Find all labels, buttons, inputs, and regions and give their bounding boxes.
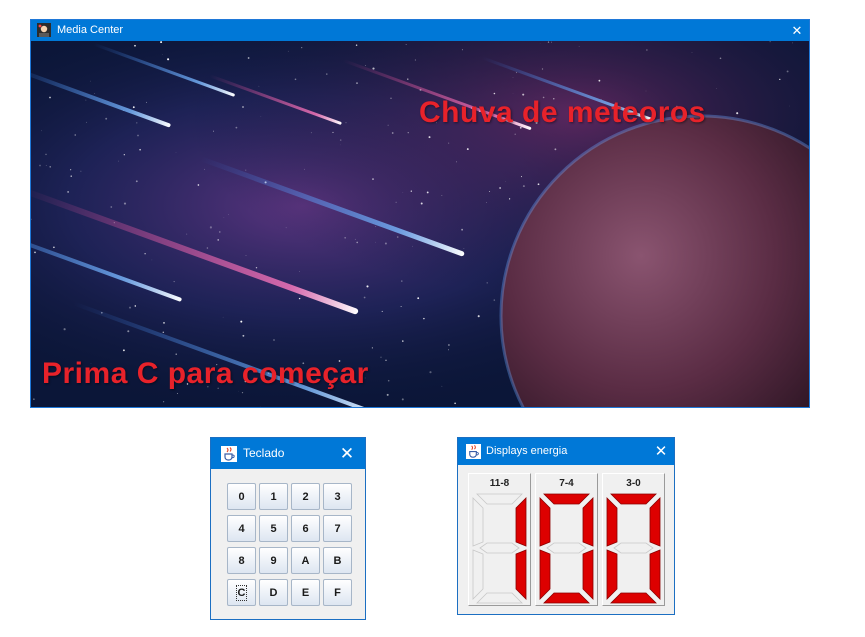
keypad-grid: 0 1 2 3 4 5 6 7 8 9 A B C D E F bbox=[227, 483, 352, 606]
media-center-app-icon bbox=[37, 23, 51, 37]
segment-d-off bbox=[476, 592, 523, 604]
segment-g-off bbox=[479, 542, 520, 554]
key-a[interactable]: A bbox=[291, 547, 320, 574]
segment-a-off bbox=[476, 493, 523, 505]
key-0[interactable]: 0 bbox=[227, 483, 256, 510]
keypad-client-area: 0 1 2 3 4 5 6 7 8 9 A B C D E F bbox=[211, 469, 365, 619]
segment-c-on bbox=[649, 549, 661, 600]
key-3[interactable]: 3 bbox=[323, 483, 352, 510]
segment-e-on bbox=[539, 549, 551, 600]
keypad-window: Teclado ✕ 0 1 2 3 4 5 6 7 8 9 A B C D E … bbox=[210, 437, 366, 620]
keypad-title: Teclado bbox=[243, 446, 285, 460]
media-center-titlebar[interactable]: Media Center ✕ bbox=[31, 20, 809, 41]
seven-segment-digit bbox=[472, 493, 527, 604]
digit-display-3-0: 3-0 bbox=[602, 473, 665, 606]
digit-label: 7-4 bbox=[559, 478, 574, 489]
segment-e-off bbox=[472, 549, 484, 600]
seven-segment-digit bbox=[539, 493, 594, 604]
key-b[interactable]: B bbox=[323, 547, 352, 574]
media-center-window: Media Center ✕ Chuva de meteoros Prima C… bbox=[30, 19, 810, 408]
segment-b-on bbox=[515, 497, 527, 547]
key-4[interactable]: 4 bbox=[227, 515, 256, 542]
segment-d-on bbox=[610, 592, 657, 604]
game-title-headline: Chuva de meteoros bbox=[419, 96, 706, 129]
key-f[interactable]: F bbox=[323, 579, 352, 606]
media-center-title: Media Center bbox=[57, 24, 124, 36]
energy-displays-window: Displays energia ✕ 11-8 7-4 3-0 bbox=[457, 437, 675, 615]
key-9[interactable]: 9 bbox=[259, 547, 288, 574]
segment-f-on bbox=[606, 497, 618, 547]
keypad-close-button[interactable]: ✕ bbox=[335, 438, 359, 469]
displays-titlebar[interactable]: Displays energia ✕ bbox=[458, 438, 674, 465]
key-6[interactable]: 6 bbox=[291, 515, 320, 542]
displays-title: Displays energia bbox=[486, 445, 568, 457]
segment-g-off bbox=[546, 542, 587, 554]
key-c[interactable]: C bbox=[227, 579, 256, 606]
displays-close-button[interactable]: ✕ bbox=[650, 438, 672, 465]
segment-f-on bbox=[539, 497, 551, 547]
start-prompt: Prima C para começar bbox=[42, 357, 369, 390]
key-5[interactable]: 5 bbox=[259, 515, 288, 542]
segment-d-on bbox=[543, 592, 590, 604]
segment-c-on bbox=[582, 549, 594, 600]
key-e[interactable]: E bbox=[291, 579, 320, 606]
meteor-shower-scene: Chuva de meteoros Prima C para começar bbox=[31, 41, 809, 407]
key-7[interactable]: 7 bbox=[323, 515, 352, 542]
segment-b-on bbox=[649, 497, 661, 547]
key-8[interactable]: 8 bbox=[227, 547, 256, 574]
seven-segment-digit bbox=[606, 493, 661, 604]
segment-e-on bbox=[606, 549, 618, 600]
digit-label: 3-0 bbox=[626, 478, 641, 489]
java-cup-icon bbox=[221, 446, 237, 462]
segment-a-on bbox=[543, 493, 590, 505]
segment-b-on bbox=[582, 497, 594, 547]
media-center-close-button[interactable]: ✕ bbox=[785, 20, 809, 41]
digit-label: 11-8 bbox=[489, 478, 510, 489]
digit-display-11-8: 11-8 bbox=[468, 473, 531, 606]
segment-g-off bbox=[613, 542, 654, 554]
segment-a-on bbox=[610, 493, 657, 505]
key-d[interactable]: D bbox=[259, 579, 288, 606]
segment-f-off bbox=[472, 497, 484, 547]
displays-client-area: 11-8 7-4 3-0 bbox=[458, 465, 674, 614]
java-cup-icon bbox=[466, 444, 481, 459]
key-2[interactable]: 2 bbox=[291, 483, 320, 510]
keypad-titlebar[interactable]: Teclado ✕ bbox=[211, 438, 365, 469]
key-1[interactable]: 1 bbox=[259, 483, 288, 510]
segment-c-on bbox=[515, 549, 527, 600]
digit-display-7-4: 7-4 bbox=[535, 473, 598, 606]
